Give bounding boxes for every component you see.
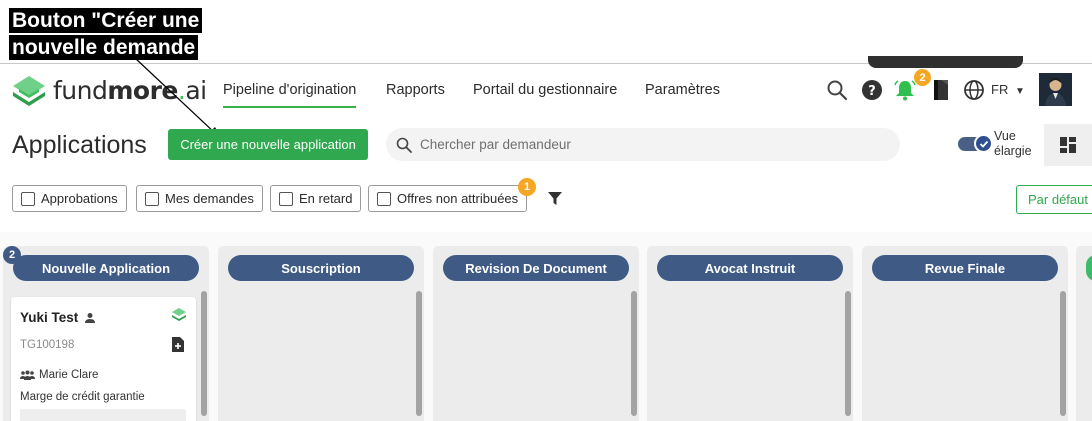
column-header[interactable]: Souscription: [228, 255, 414, 281]
product-logo-icon: [172, 308, 186, 321]
agent-name: Marie Clare: [39, 369, 99, 381]
filter-label: Approbations: [41, 191, 118, 206]
filter-label: En retard: [299, 191, 353, 206]
nav-rapports[interactable]: Rapports: [386, 82, 445, 98]
annotation-label-line1: Bouton "Créer une: [9, 8, 203, 33]
fundmore-logo[interactable]: fundmore.ai: [9, 70, 207, 110]
filter-label: Mes demandes: [165, 191, 254, 206]
create-application-button[interactable]: Créer une nouvelle application: [168, 129, 368, 160]
column-souscription: Souscription: [218, 246, 424, 421]
search-icon[interactable]: [825, 78, 849, 102]
user-avatar[interactable]: [1039, 73, 1072, 106]
check-icon: [979, 140, 988, 148]
help-icon[interactable]: ?: [860, 78, 884, 102]
applicant-name: Yuki Test: [20, 310, 96, 325]
notebook-icon[interactable]: [929, 78, 953, 102]
page-title: Applications: [12, 131, 147, 159]
column-header[interactable]: Avocat Instruit: [657, 255, 843, 281]
dashboard-grid-icon: [1060, 137, 1076, 153]
language-selector[interactable]: FR ▼: [991, 82, 1025, 97]
column-scrollbar[interactable]: [201, 291, 207, 416]
column-scrollbar[interactable]: [631, 291, 637, 416]
annotation-label-line2: nouvelle demande: [9, 35, 199, 60]
filter-approbations[interactable]: Approbations: [12, 185, 127, 212]
svg-text:?: ?: [868, 84, 876, 99]
column-header[interactable]: Revue Finale: [872, 255, 1058, 281]
filter-en-retard[interactable]: En retard: [270, 185, 362, 212]
bell-icon[interactable]: [893, 78, 917, 102]
checkbox[interactable]: [145, 191, 159, 206]
person-icon: [85, 312, 96, 323]
add-document-icon[interactable]: [172, 337, 184, 352]
nav-pipeline-origination[interactable]: Pipeline d'origination: [223, 82, 357, 108]
nav-parametres[interactable]: Paramètres: [645, 82, 720, 98]
assigned-agent: Marie Clare: [20, 369, 98, 381]
filter-mes-demandes[interactable]: Mes demandes: [136, 185, 263, 212]
sort-default-button[interactable]: Par défaut (: [1016, 185, 1092, 214]
group-icon: [20, 370, 35, 380]
board-view-button[interactable]: [1044, 124, 1092, 166]
column-avocat-instruit: Avocat Instruit: [647, 246, 853, 421]
column-revision-document: Revision De Document: [433, 246, 639, 421]
column-scrollbar[interactable]: [845, 291, 851, 416]
top-navigation: fundmore.ai Pipeline d'origination Rappo…: [0, 56, 1092, 118]
expanded-view-toggle[interactable]: [958, 134, 993, 153]
checkbox[interactable]: [21, 191, 35, 206]
globe-icon[interactable]: [962, 78, 986, 102]
search-bar[interactable]: [386, 128, 900, 161]
filter-offres-non-attribuees[interactable]: Offres non attribuées: [368, 185, 528, 212]
nav-portail-gestionnaire[interactable]: Portail du gestionnaire: [473, 82, 617, 98]
column-count-badge: 2: [3, 246, 21, 264]
column-header[interactable]: Nouvelle Application: [13, 255, 199, 281]
toggle-knob: [974, 134, 993, 153]
application-card[interactable]: Yuki Test TG100198 Marie Clare Marge de …: [11, 297, 196, 421]
language-code: FR: [991, 82, 1009, 97]
column-scrollbar[interactable]: [416, 291, 422, 416]
chevron-down-icon: ▼: [1014, 86, 1025, 97]
checkbox[interactable]: [377, 191, 391, 206]
column-revue-finale: Revue Finale: [862, 246, 1068, 421]
applicant-name-text: Yuki Test: [20, 310, 79, 325]
product-type: Marge de crédit garantie: [20, 391, 145, 403]
column-scrollbar[interactable]: [1060, 291, 1066, 416]
tooltip-fragment: [868, 56, 1023, 68]
logo-mark-icon: [13, 76, 45, 106]
toggle-label-line2: élargie: [994, 144, 1032, 158]
search-input[interactable]: [420, 137, 820, 152]
application-id: TG100198: [20, 339, 75, 351]
unassigned-count-badge: 1: [518, 178, 536, 196]
search-icon: [396, 137, 412, 153]
column-header[interactable]: Revision De Document: [443, 255, 629, 281]
filter-label: Offres non attribuées: [397, 191, 519, 206]
checkbox[interactable]: [279, 191, 293, 206]
expanded-view-label: Vue élargie: [994, 129, 1032, 159]
card-detail-strip: [20, 409, 186, 421]
logo-wordmark: fundmore.ai: [53, 75, 207, 105]
filter-funnel-icon[interactable]: [548, 192, 562, 205]
toggle-label-line1: Vue: [994, 129, 1016, 143]
